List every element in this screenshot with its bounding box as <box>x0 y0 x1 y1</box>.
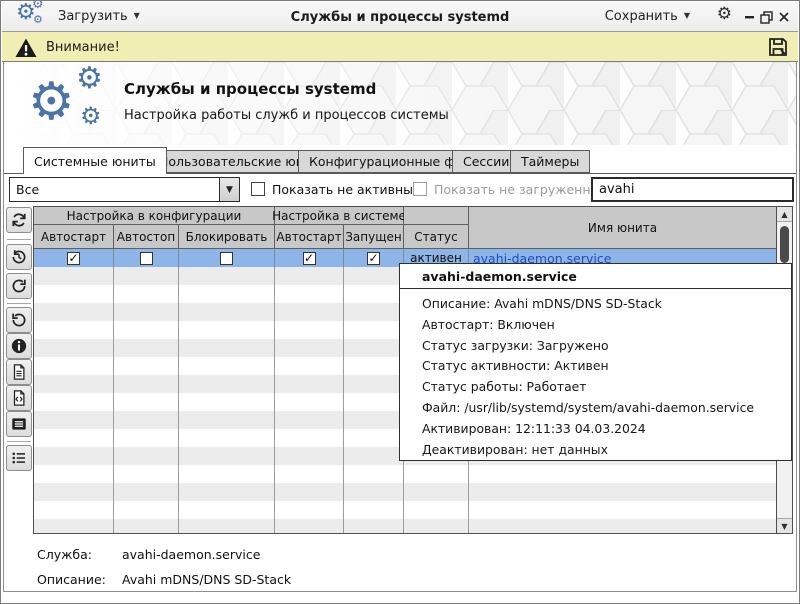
chevron-down-icon: ▼ <box>684 11 690 20</box>
grid-column <box>275 267 344 533</box>
tooltip-run-status: Статус работы: Работает <box>422 377 783 398</box>
code-file-icon <box>10 389 28 407</box>
bullet-list-icon <box>10 449 28 467</box>
scrollbar-thumb[interactable] <box>780 226 789 263</box>
grid-column <box>179 267 275 533</box>
column-header-running: Запущен <box>344 225 404 249</box>
banner-title: Службы и процессы systemd <box>124 80 376 98</box>
service-label: Служба: <box>37 547 92 562</box>
running-checkbox[interactable]: ✓ <box>344 249 404 267</box>
grid-column <box>34 267 114 533</box>
toolbar-separator <box>7 441 31 442</box>
description-value: Avahi mDNS/DNS SD-Stack <box>122 572 291 587</box>
show-inactive-label: Показать не активные <box>272 182 421 197</box>
warning-text: Внимание! <box>46 40 120 55</box>
history-restore-button[interactable] <box>6 244 32 270</box>
show-unloaded-checkbox[interactable] <box>413 182 427 196</box>
refresh-icon <box>10 211 28 229</box>
close-icon <box>778 11 790 23</box>
save-file-icon[interactable] <box>766 35 790 59</box>
grid-column <box>114 267 179 533</box>
show-unloaded-label: Показать не загруженные <box>434 182 608 197</box>
warning-bar: Внимание! <box>2 32 798 62</box>
block-checkbox[interactable] <box>179 249 275 267</box>
banner-subtitle: Настройка работы служб и процессов систе… <box>124 108 449 123</box>
filled-list-icon <box>10 415 28 433</box>
column-header-autostart-config: Автостарт <box>34 225 114 249</box>
titlebar: ⚙ ⚙ ⚙ Загрузить▼ Службы и процессы syste… <box>2 2 798 32</box>
save-menu-button[interactable]: Сохранить ▼ <box>605 9 690 24</box>
info-icon <box>10 337 28 355</box>
show-inactive-checkbox[interactable] <box>251 182 265 196</box>
column-header-block: Блокировать <box>179 225 275 249</box>
description-label: Описание: <box>37 572 106 587</box>
document-icon <box>10 363 28 381</box>
app-logo-gears-icon: ⚙ ⚙ ⚙ <box>28 68 120 142</box>
info-button[interactable] <box>6 333 32 359</box>
unit-file-button[interactable] <box>6 385 32 411</box>
column-header-unit-name: Имя юнита <box>469 207 776 249</box>
minimize-button[interactable] <box>742 9 758 25</box>
history-restore-icon <box>10 248 28 266</box>
toolbar-separator <box>7 303 31 304</box>
banner: ⚙ ⚙ ⚙ Службы и процессы systemd Настройк… <box>4 62 796 145</box>
warning-triangle-icon <box>14 36 38 60</box>
search-input[interactable] <box>591 177 794 202</box>
category-dropdown-value: Все <box>16 182 39 197</box>
column-header-autostart-system: Автостарт <box>275 225 344 249</box>
refresh-button[interactable] <box>6 207 32 233</box>
autostop-checkbox[interactable] <box>114 249 179 267</box>
scroll-up-button[interactable]: ▲ <box>777 207 792 222</box>
toolbar-separator <box>7 239 31 240</box>
group-header-config: Настройка в конфигурации <box>34 207 275 225</box>
tooltip-active-status: Статус активности: Активен <box>422 356 783 377</box>
unit-details-tooltip: avahi-daemon.service Описание: Avahi mDN… <box>399 263 792 461</box>
restore-icon <box>760 11 773 24</box>
grid-column <box>344 267 404 533</box>
undo-icon <box>10 311 28 329</box>
autostart-config-checkbox[interactable]: ✓ <box>34 249 114 267</box>
group-header-system: Настройка в системе <box>275 207 404 225</box>
dependencies-button[interactable] <box>6 445 32 471</box>
save-menu-label: Сохранить <box>605 9 678 24</box>
chevron-down-icon[interactable]: ▼ <box>219 178 239 201</box>
tooltip-description: Описание: Avahi mDNS/DNS SD-Stack <box>422 294 783 315</box>
redo-icon <box>10 277 28 295</box>
tooltip-load-status: Статус загрузки: Загружено <box>422 336 783 357</box>
minimize-icon <box>744 11 756 23</box>
close-button[interactable] <box>776 9 792 25</box>
autostart-system-checkbox[interactable]: ✓ <box>275 249 344 267</box>
arrow-down-icon: ▼ <box>781 522 787 531</box>
category-dropdown[interactable]: Все ▼ <box>9 177 240 202</box>
tooltip-activated: Активирован: 12:11:33 04.03.2024 <box>422 419 783 440</box>
scroll-down-button[interactable]: ▼ <box>777 518 792 533</box>
tooltip-title: avahi-daemon.service <box>400 264 791 289</box>
tab-system-units[interactable]: Системные юниты <box>23 147 167 174</box>
arrow-up-icon: ▲ <box>781 210 787 219</box>
service-value: avahi-daemon.service <box>122 547 260 562</box>
document-button[interactable] <box>6 359 32 385</box>
redo-button[interactable] <box>6 273 32 299</box>
tab-timers[interactable]: Таймеры <box>510 150 590 173</box>
group-header-empty <box>404 207 469 225</box>
settings-gear-icon[interactable]: ⚙ <box>717 6 732 23</box>
journal-button[interactable] <box>6 411 32 437</box>
undo-button[interactable] <box>6 307 32 333</box>
column-header-autostop: Автостоп <box>114 225 179 249</box>
tooltip-autostart: Автостарт: Включен <box>422 315 783 336</box>
column-header-status: Статус <box>404 225 469 249</box>
tooltip-file-path: Файл: /usr/lib/systemd/system/avahi-daem… <box>422 398 783 419</box>
tooltip-deactivated: Деактивирован: нет данных <box>422 440 783 461</box>
maximize-button[interactable] <box>758 9 774 25</box>
app-window: ⚙ ⚙ ⚙ Загрузить▼ Службы и процессы syste… <box>0 0 800 604</box>
